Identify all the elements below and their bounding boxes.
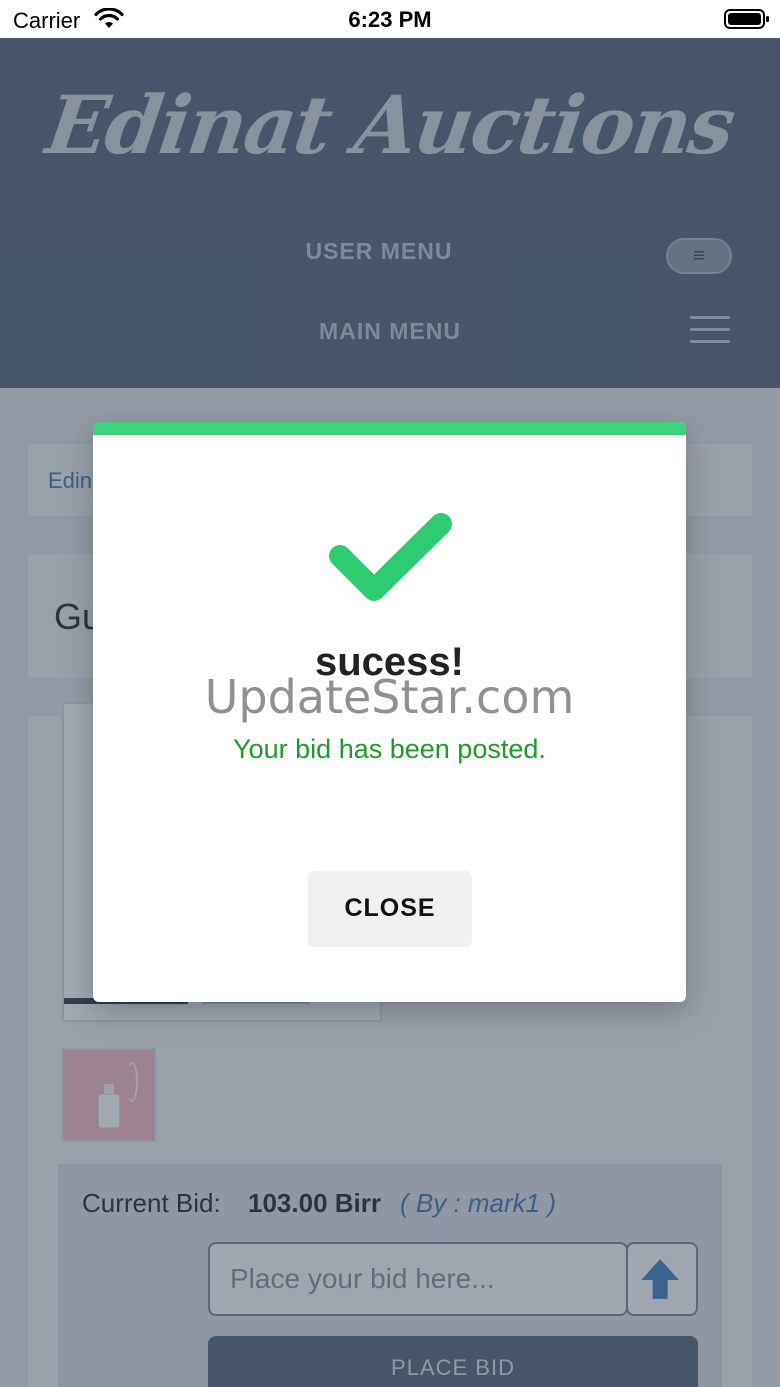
success-modal: sucess! UpdateStar.com Your bid has been… <box>93 422 686 1002</box>
watermark-text: UpdateStar.com <box>204 670 575 724</box>
status-bar: Carrier 6:23 PM <box>0 0 780 38</box>
battery-icon <box>724 9 769 29</box>
checkmark-icon <box>329 513 452 601</box>
modal-message: Your bid has been posted. <box>233 734 546 764</box>
close-button[interactable]: CLOSE <box>308 871 472 947</box>
status-time: 6:23 PM <box>348 7 432 32</box>
modal-accent-bar <box>93 422 686 435</box>
